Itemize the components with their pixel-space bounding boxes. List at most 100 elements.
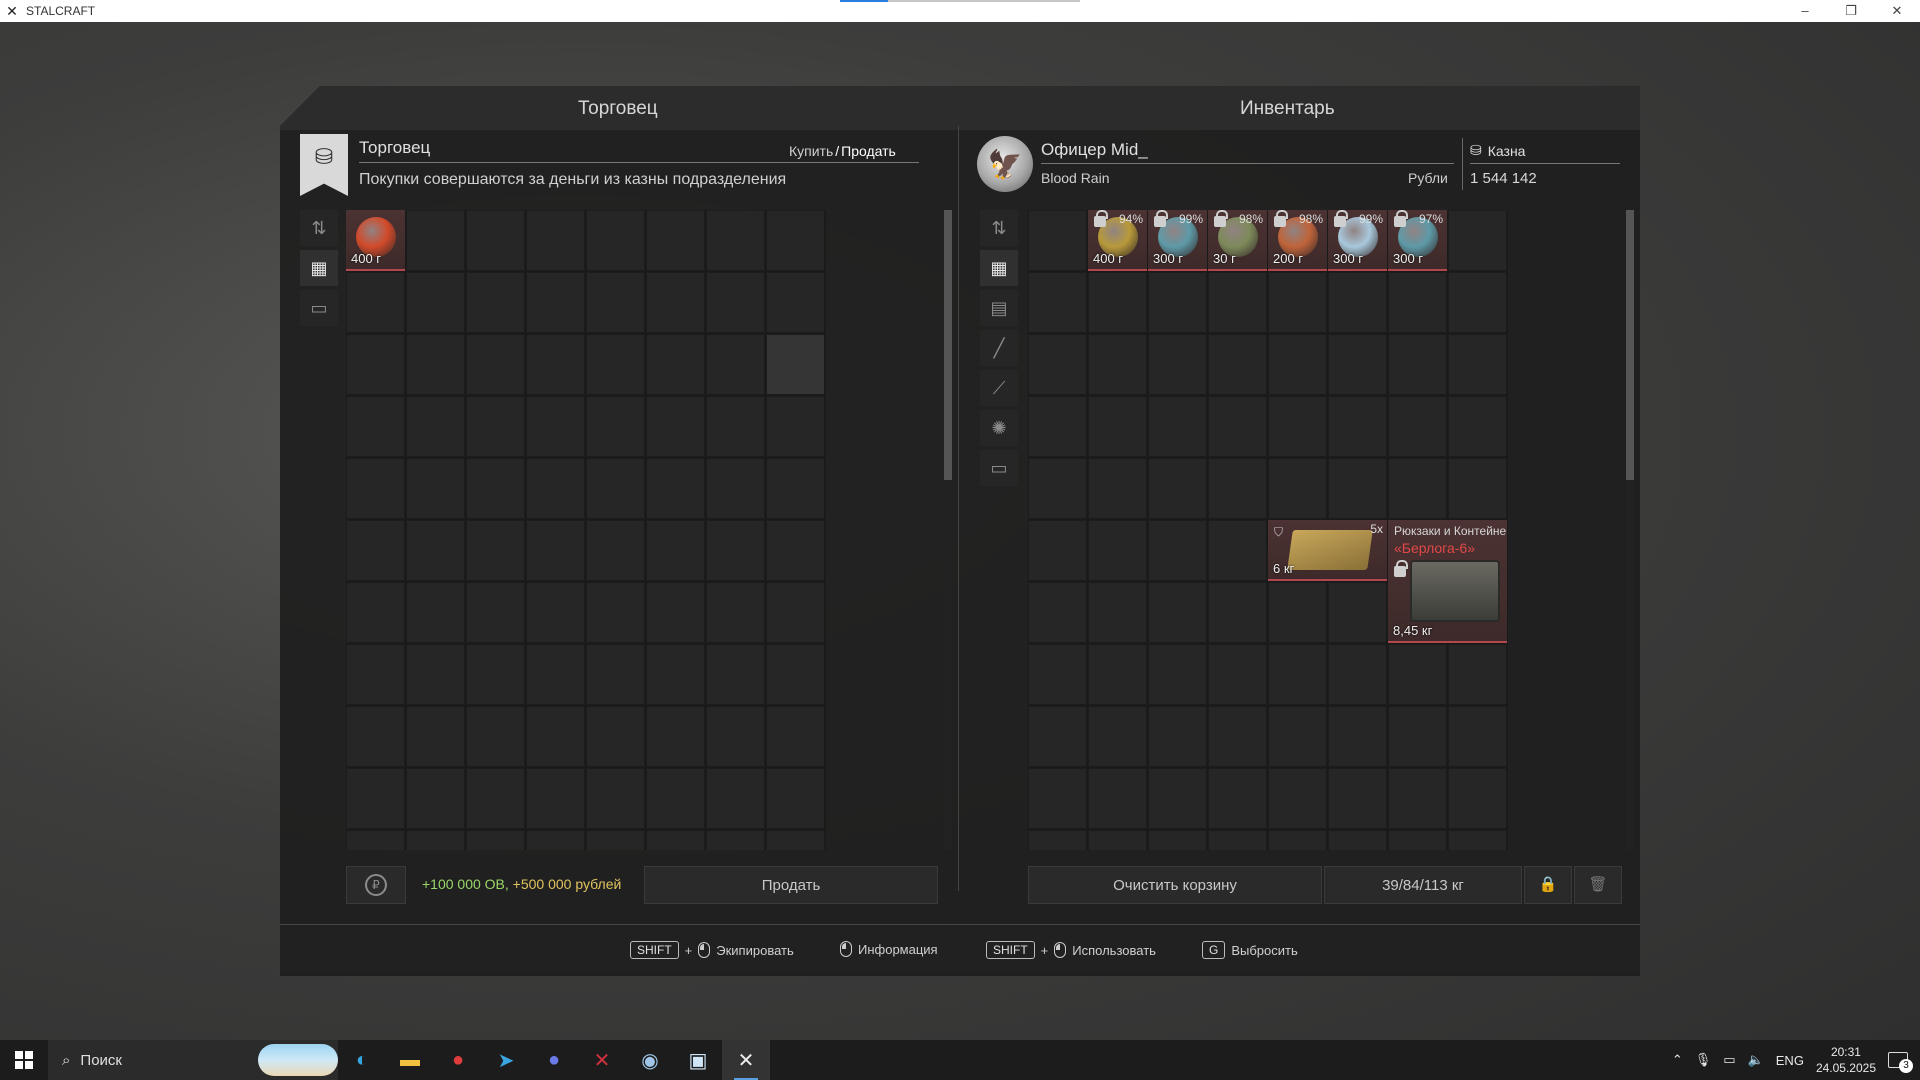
grid-cell[interactable] (1448, 458, 1507, 519)
taskbar-search[interactable]: ⌕ Поиск (48, 1040, 338, 1080)
grid-cell[interactable] (1448, 334, 1507, 395)
grid-cell[interactable] (1388, 396, 1447, 457)
rifle-icon[interactable]: ╱ (980, 330, 1018, 366)
grid-cell[interactable] (466, 768, 525, 829)
sort-icon[interactable]: ⇅ (300, 210, 338, 246)
grid-cell[interactable] (346, 830, 405, 850)
grid-cell[interactable] (406, 458, 465, 519)
grid-cell[interactable] (1088, 520, 1147, 581)
grid-cell[interactable] (526, 830, 585, 850)
grid-cell[interactable] (646, 396, 705, 457)
grid-cell[interactable] (1388, 830, 1447, 850)
grid-cell[interactable] (706, 458, 765, 519)
grid-cell[interactable] (586, 458, 645, 519)
grid-cell[interactable] (766, 706, 825, 767)
grid-cell[interactable] (1388, 706, 1447, 767)
grid-cell[interactable] (1208, 334, 1267, 395)
inventory-grid[interactable]: 94% 400 г 99% 300 г 98% 30 г 98% 200 г 99% 300 г9… (1028, 210, 1508, 850)
grid-cell[interactable] (406, 520, 465, 581)
grid-cell[interactable] (646, 210, 705, 271)
grid-cell[interactable] (466, 582, 525, 643)
grid-cell[interactable] (646, 830, 705, 850)
grid-cell[interactable] (526, 396, 585, 457)
grid-cell[interactable] (1088, 582, 1147, 643)
grid-cell[interactable] (1148, 458, 1207, 519)
merchant-grid[interactable]: 400 г (346, 210, 826, 850)
sell-mode-link[interactable]: Продать (841, 143, 896, 159)
grid-cell[interactable] (1328, 644, 1387, 705)
grid-cell[interactable] (1088, 644, 1147, 705)
grid-cell[interactable] (1268, 644, 1327, 705)
armor-icon[interactable]: ▤ (980, 290, 1018, 326)
grid-cell[interactable] (1208, 582, 1267, 643)
inventory-artifact-item[interactable]: 98% 200 г (1268, 210, 1327, 271)
grid-cell[interactable] (586, 582, 645, 643)
grid-cell[interactable] (1268, 706, 1327, 767)
grid-cell[interactable] (766, 520, 825, 581)
stalcraft-taskbar-icon[interactable]: ✕ (722, 1040, 770, 1080)
grid-cell[interactable] (1208, 272, 1267, 333)
grid-cell[interactable] (1328, 396, 1387, 457)
grid-cell[interactable] (346, 272, 405, 333)
grid-cell[interactable] (706, 830, 765, 850)
grid-cell[interactable] (1148, 644, 1207, 705)
grid-cell[interactable] (1448, 210, 1507, 271)
grid-cell[interactable] (526, 334, 585, 395)
grid-cell[interactable] (1208, 396, 1267, 457)
grid-cell[interactable] (766, 396, 825, 457)
grid-cell[interactable] (406, 582, 465, 643)
grid-cell[interactable] (1448, 272, 1507, 333)
clear-cart-button[interactable]: Очистить корзину (1028, 866, 1322, 904)
grid-cell[interactable] (1088, 830, 1147, 850)
grid-cell[interactable] (1388, 768, 1447, 829)
grid-cell[interactable] (526, 458, 585, 519)
grid-cell[interactable] (1448, 768, 1507, 829)
grid-cell[interactable] (1268, 272, 1327, 333)
grid-cell[interactable] (1028, 830, 1087, 850)
merchant-scrollbar[interactable] (944, 210, 952, 850)
grid-cell[interactable] (346, 768, 405, 829)
grid-cell[interactable] (1088, 272, 1147, 333)
container-item[interactable]: Рюкзаки и Контейнеры «Берлога-6» 8,45 кг (1388, 520, 1507, 643)
close-button[interactable]: ✕ (1874, 0, 1920, 22)
grid-cell[interactable] (1328, 706, 1387, 767)
grid-cell[interactable] (646, 272, 705, 333)
grid-cell[interactable] (1028, 768, 1087, 829)
grid-cell[interactable] (646, 706, 705, 767)
grid-cell[interactable] (1328, 334, 1387, 395)
grid-cell[interactable] (1328, 768, 1387, 829)
lock-button[interactable]: 🔒 (1524, 866, 1572, 904)
clock[interactable]: 20:31 24.05.2025 (1816, 1044, 1876, 1076)
grid-cell[interactable] (1028, 210, 1087, 271)
grid-cell[interactable] (1028, 458, 1087, 519)
grid-cell[interactable] (1028, 272, 1087, 333)
grid-cell[interactable] (1448, 644, 1507, 705)
grid-cell[interactable] (586, 210, 645, 271)
grid-cell[interactable] (1088, 768, 1147, 829)
grid-cell[interactable] (646, 768, 705, 829)
grid-cell[interactable] (1148, 520, 1207, 581)
grid-cell[interactable] (586, 272, 645, 333)
grid-cell[interactable] (406, 644, 465, 705)
grid-cell[interactable] (1388, 272, 1447, 333)
box-icon[interactable]: ▭ (980, 450, 1018, 486)
ammo-box-item[interactable]: ⛉ 5x 6 кг (1268, 520, 1387, 581)
merchant-artifact-item[interactable]: 400 г (346, 210, 405, 271)
minimize-button[interactable]: – (1782, 0, 1828, 22)
steam-icon[interactable]: ◉ (626, 1040, 674, 1080)
grid-cell[interactable] (646, 644, 705, 705)
grid-cell[interactable] (766, 458, 825, 519)
grid-cell[interactable] (706, 706, 765, 767)
grid-cell[interactable] (766, 210, 825, 271)
telegram-icon[interactable]: ➤ (482, 1040, 530, 1080)
grid-cell[interactable] (766, 334, 825, 395)
inventory-artifact-item[interactable]: 98% 30 г (1208, 210, 1267, 271)
grid-cell[interactable] (766, 644, 825, 705)
edge-icon[interactable]: ◐ (338, 1040, 386, 1080)
grid-cell[interactable] (1328, 582, 1387, 643)
grid-view-icon[interactable]: ▦ (980, 250, 1018, 286)
grid-cell[interactable] (406, 396, 465, 457)
grid-cell[interactable] (466, 644, 525, 705)
grid-cell[interactable] (346, 706, 405, 767)
grid-cell[interactable] (526, 272, 585, 333)
